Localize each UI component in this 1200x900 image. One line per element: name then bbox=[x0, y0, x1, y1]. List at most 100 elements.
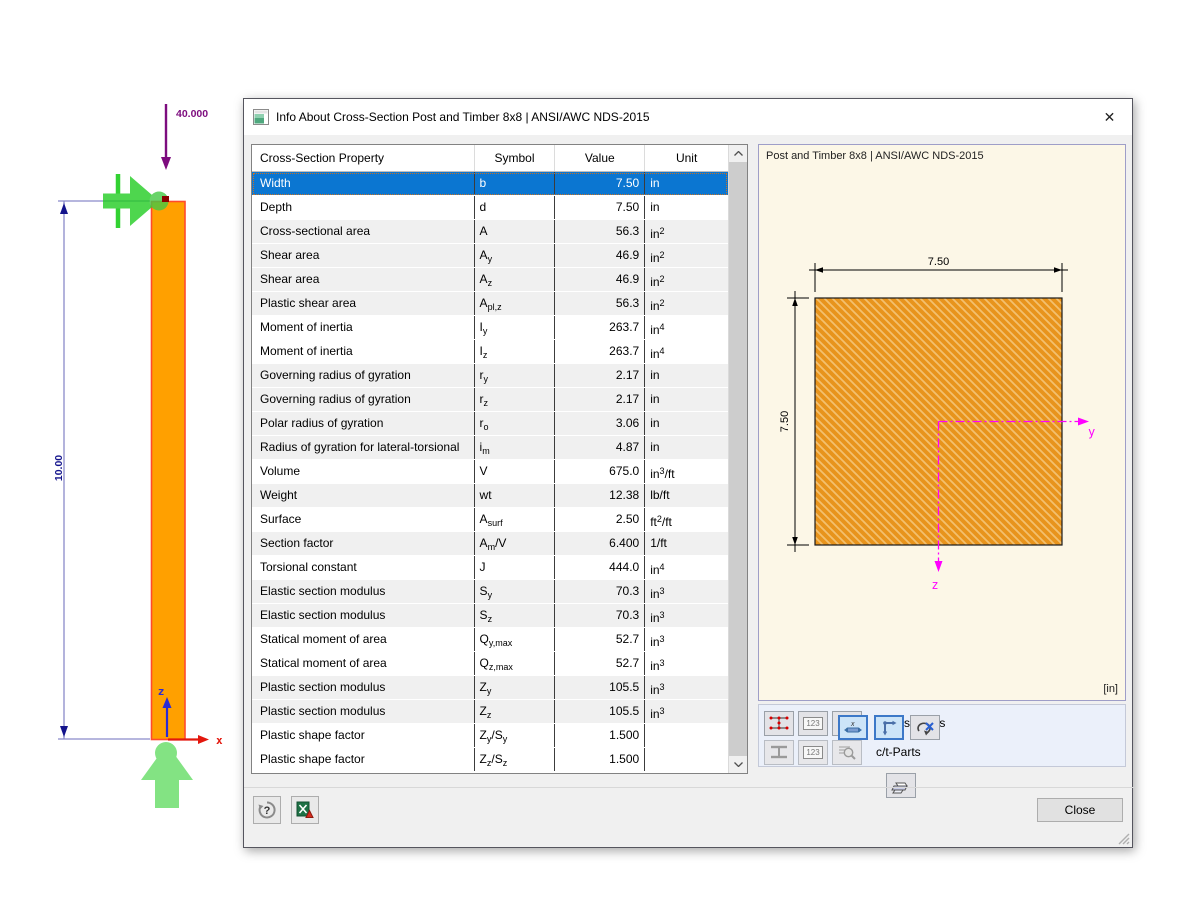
cell-symbol: rz bbox=[474, 388, 555, 411]
table-row[interactable]: Plastic section modulusZz105.5in3 bbox=[252, 700, 728, 724]
table-row[interactable]: Depthd7.50in bbox=[252, 196, 728, 220]
cell-unit: in3 bbox=[644, 700, 728, 723]
table-row[interactable]: Plastic shape factorZy/Sy1.500 bbox=[252, 724, 728, 748]
table-row[interactable]: Polar radius of gyrationro3.06in bbox=[252, 412, 728, 436]
cell-unit: in2 bbox=[644, 244, 728, 267]
svg-text:z: z bbox=[158, 685, 165, 698]
cell-symbol: Sy bbox=[474, 580, 555, 603]
cell-unit: in3 bbox=[644, 628, 728, 651]
table-row[interactable]: Plastic shear areaApl,z56.3in2 bbox=[252, 292, 728, 316]
cell-unit: in3 bbox=[644, 580, 728, 603]
ct-parts-numbering-button[interactable]: 123 bbox=[798, 740, 828, 765]
table-row[interactable]: Radius of gyration for lateral-torsional… bbox=[252, 436, 728, 460]
scrollbar-up-icon[interactable] bbox=[729, 145, 747, 162]
support-bottom[interactable] bbox=[141, 742, 193, 808]
table-row[interactable]: Widthb7.50in bbox=[252, 172, 728, 196]
table-row[interactable]: Moment of inertiaIz263.7in4 bbox=[252, 340, 728, 364]
numbering-123-icon: 123 bbox=[803, 746, 823, 759]
cell-symbol: b bbox=[474, 172, 555, 195]
scrollbar-down-icon[interactable] bbox=[729, 756, 747, 773]
cell-symbol: d bbox=[474, 196, 555, 219]
table-header-row: Cross-Section Property Symbol Value Unit bbox=[252, 145, 728, 172]
cell-value: 2.17 bbox=[554, 364, 644, 387]
cell-value: 105.5 bbox=[554, 676, 644, 699]
cell-property: Plastic shape factor bbox=[252, 748, 474, 771]
cell-property: Plastic shape factor bbox=[252, 724, 474, 747]
numbering-123-icon: 123 bbox=[803, 717, 823, 730]
table-row[interactable]: Weightwt12.38lb/ft bbox=[252, 484, 728, 508]
table-row[interactable]: Plastic shape factorZz/Sz1.500 bbox=[252, 748, 728, 772]
cell-symbol: Qz,max bbox=[474, 652, 555, 675]
cell-unit: lb/ft bbox=[644, 484, 728, 507]
print-button[interactable] bbox=[886, 773, 916, 798]
table-row[interactable]: Governing radius of gyrationrz2.17in bbox=[252, 388, 728, 412]
table-row[interactable]: Statical moment of areaQz,max52.7in3 bbox=[252, 652, 728, 676]
cell-value: 70.3 bbox=[554, 580, 644, 603]
cell-unit: in4 bbox=[644, 340, 728, 363]
stress-points-icon bbox=[769, 715, 789, 731]
preview-controls: 123 Stress points x bbox=[758, 704, 1126, 767]
cell-value: 3.06 bbox=[554, 412, 644, 435]
cell-unit bbox=[644, 724, 728, 747]
cell-property: Shear area bbox=[252, 244, 474, 267]
cell-property: Section factor bbox=[252, 532, 474, 555]
help-button[interactable]: ? bbox=[253, 796, 281, 824]
cell-value: 263.7 bbox=[554, 316, 644, 339]
svg-text:y: y bbox=[1088, 425, 1095, 439]
dialog-titlebar[interactable]: Info About Cross-Section Post and Timber… bbox=[244, 99, 1132, 135]
model-view: 40.000 10.00 z bbox=[0, 0, 250, 900]
ct-parts-icon bbox=[769, 744, 789, 760]
cell-value: 4.87 bbox=[554, 436, 644, 459]
table-row[interactable]: Statical moment of areaQy,max52.7in3 bbox=[252, 628, 728, 652]
header-value[interactable]: Value bbox=[554, 145, 644, 171]
show-axis-x-button[interactable]: x bbox=[838, 715, 868, 740]
cell-symbol: ry bbox=[474, 364, 555, 387]
column-member[interactable] bbox=[152, 202, 186, 740]
table-row[interactable]: Plastic section modulusZy105.5in3 bbox=[252, 676, 728, 700]
excel-export-icon bbox=[296, 801, 314, 819]
table-row[interactable]: Elastic section modulusSz70.3in3 bbox=[252, 604, 728, 628]
cell-symbol: Zy/Sy bbox=[474, 724, 555, 747]
nodal-load-arrow[interactable]: 40.000 bbox=[161, 104, 208, 170]
show-stress-points-button[interactable] bbox=[764, 711, 794, 736]
rotate-view-button[interactable] bbox=[910, 715, 940, 740]
cell-symbol: Zy bbox=[474, 676, 555, 699]
table-row[interactable]: Elastic section modulusSy70.3in3 bbox=[252, 580, 728, 604]
ct-parts-details-button[interactable] bbox=[832, 740, 862, 765]
table-row[interactable]: Section factorAm/V6.4001/ft bbox=[252, 532, 728, 556]
cell-property: Plastic section modulus bbox=[252, 676, 474, 699]
cell-property: Width bbox=[252, 172, 474, 195]
cell-property: Plastic shear area bbox=[252, 292, 474, 315]
header-property[interactable]: Cross-Section Property bbox=[252, 145, 474, 171]
details-magnifier-disabled-icon bbox=[838, 744, 856, 760]
cell-unit: in3 bbox=[644, 676, 728, 699]
show-axes-button[interactable] bbox=[874, 715, 904, 740]
resize-grip[interactable] bbox=[1116, 831, 1130, 845]
table-scrollbar[interactable] bbox=[728, 145, 747, 773]
cell-value: 52.7 bbox=[554, 652, 644, 675]
cell-unit: in2 bbox=[644, 220, 728, 243]
table-row[interactable]: Governing radius of gyrationry2.17in bbox=[252, 364, 728, 388]
show-ct-parts-button[interactable] bbox=[764, 740, 794, 765]
header-symbol[interactable]: Symbol bbox=[474, 145, 555, 171]
header-unit[interactable]: Unit bbox=[644, 145, 728, 171]
cell-unit: in3 bbox=[644, 604, 728, 627]
table-row[interactable]: Shear areaAy46.9in2 bbox=[252, 244, 728, 268]
cell-value: 1.500 bbox=[554, 748, 644, 771]
table-row[interactable]: Moment of inertiaIy263.7in4 bbox=[252, 316, 728, 340]
table-row[interactable]: Torsional constantJ444.0in4 bbox=[252, 556, 728, 580]
section-preview-panel: Post and Timber 8x8 | ANSI/AWC NDS-2015 bbox=[758, 144, 1126, 701]
cell-symbol: Az bbox=[474, 268, 555, 291]
close-button[interactable]: Close bbox=[1037, 798, 1123, 822]
table-row[interactable]: Cross-sectional areaA56.3in2 bbox=[252, 220, 728, 244]
cell-unit bbox=[644, 748, 728, 771]
close-icon[interactable]: ✕ bbox=[1087, 99, 1132, 135]
scrollbar-thumb[interactable] bbox=[729, 162, 747, 756]
cell-unit: in bbox=[644, 388, 728, 411]
table-row[interactable]: Shear areaAz46.9in2 bbox=[252, 268, 728, 292]
stress-point-numbering-button[interactable]: 123 bbox=[798, 711, 828, 736]
table-row[interactable]: SurfaceAsurf2.50ft2/ft bbox=[252, 508, 728, 532]
table-row[interactable]: VolumeV675.0in3/ft bbox=[252, 460, 728, 484]
cell-value: 444.0 bbox=[554, 556, 644, 579]
excel-export-button[interactable] bbox=[291, 796, 319, 824]
